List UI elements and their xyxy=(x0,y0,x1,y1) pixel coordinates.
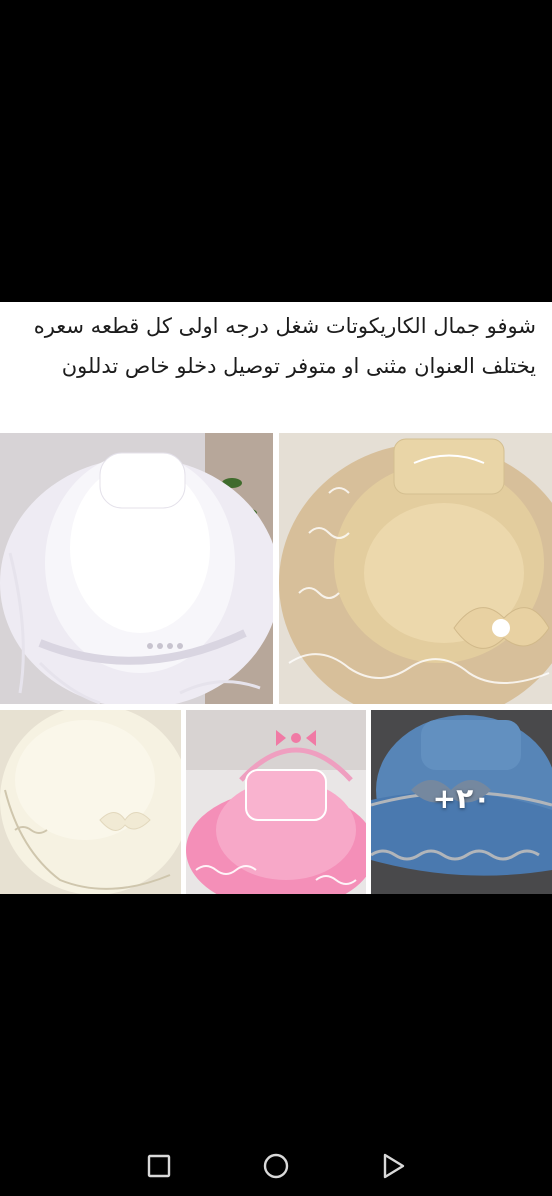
more-photos-count[interactable]: +٢٠ xyxy=(371,782,552,815)
photo-blue-nest[interactable]: +٢٠ xyxy=(371,710,552,894)
post-card: شوفو جمال الكاريكوتات شغل درجه اولى كل ق… xyxy=(0,302,552,894)
top-black-area xyxy=(0,0,552,302)
photo-beige-nest[interactable] xyxy=(279,433,552,704)
system-navigation-bar xyxy=(0,1130,552,1196)
photo-pink-nest[interactable] xyxy=(186,710,366,894)
photo-cream-nest[interactable] xyxy=(0,710,181,894)
photo-grid: +٢٠ xyxy=(0,433,552,894)
back-triangle-icon[interactable] xyxy=(380,1152,408,1180)
home-circle-icon[interactable] xyxy=(262,1152,290,1180)
recents-square-icon[interactable] xyxy=(145,1152,173,1180)
photo-white-nest[interactable] xyxy=(0,433,273,704)
post-caption: شوفو جمال الكاريكوتات شغل درجه اولى كل ق… xyxy=(33,314,536,378)
